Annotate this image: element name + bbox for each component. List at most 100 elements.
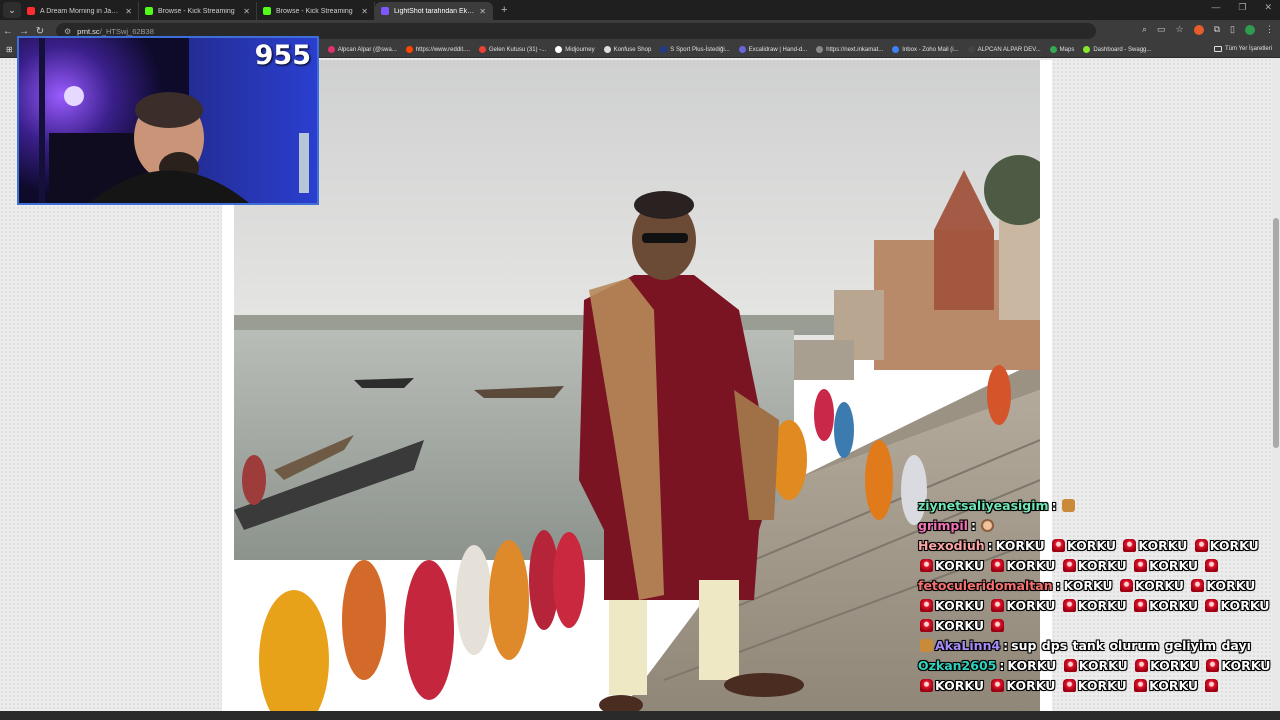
zoom-icon[interactable]: ⌕	[1142, 24, 1147, 35]
tab-title: A Dream Morning in Japan	[40, 7, 121, 15]
webcam-counter: 955	[254, 40, 311, 71]
siren-emote-icon	[1062, 679, 1076, 692]
profile-avatar-icon[interactable]	[1245, 24, 1255, 35]
bookmark-item[interactable]: Gelen Kutusu (31) -...	[478, 46, 547, 53]
chat-text: KORKU	[1134, 578, 1184, 593]
tab-title: Browse - Kick Streaming	[276, 7, 353, 15]
bookmark-favicon-icon	[1083, 46, 1091, 53]
bookmark-item[interactable]: Konfuse Shop	[603, 46, 651, 53]
siren-emote-icon	[1051, 539, 1065, 552]
chat-separator: :	[1055, 578, 1061, 593]
bookmark-favicon-icon	[967, 46, 975, 53]
bookmark-favicon-icon	[738, 46, 746, 53]
chat-text: KORKU	[1150, 658, 1200, 673]
chat-text: KORKU	[1006, 598, 1056, 613]
tab-close-icon[interactable]: ✕	[243, 7, 250, 16]
chat-username[interactable]: Hexodiuh	[918, 538, 985, 553]
reload-icon[interactable]: ↻	[32, 26, 48, 37]
chat-text: sup dps tank olurum geliyim dayı	[1011, 638, 1251, 653]
bookmark-item[interactable]: ALPCAN ALPAR DEV...	[967, 46, 1041, 53]
chat-text: KORKU	[1149, 598, 1199, 613]
site-info-icon[interactable]: ⚙	[64, 27, 71, 36]
scrollbar-thumb[interactable]	[1273, 218, 1279, 448]
chat-text: KORKU	[1077, 558, 1127, 573]
siren-emote-icon	[1205, 599, 1219, 612]
tab-3[interactable]: LightShot tarafından Ekran Gö ✕	[375, 2, 493, 20]
bookmark-item[interactable]: https://next.inkamat...	[816, 46, 883, 53]
chat-message: AkaLinn4: sup dps tank olurum geliyim day…	[918, 636, 1274, 656]
siren-emote-icon	[920, 599, 933, 612]
bottom-bar	[0, 711, 1280, 720]
all-bookmarks[interactable]: Tüm Yer İşaretleri	[1213, 46, 1272, 52]
chat-separator: :	[970, 518, 976, 533]
chat-text: KORKU	[1209, 538, 1259, 553]
tab-search-icon[interactable]: ⌄	[3, 2, 21, 18]
chat-username[interactable]: fetoculeridomaltan	[918, 578, 1053, 593]
siren-emote-icon	[1135, 659, 1149, 672]
tab-1[interactable]: Browse - Kick Streaming ✕	[139, 2, 257, 20]
bookmark-label: S Sport Plus-İstediği...	[670, 46, 730, 53]
chat-text: KORKU	[1149, 558, 1199, 573]
bookmark-item[interactable]: Excalidraw | Hand-d...	[738, 46, 808, 53]
siren-emote-icon	[1191, 579, 1205, 592]
chat-text: KORKU	[1221, 658, 1271, 673]
tab-close-icon[interactable]: ✕	[125, 7, 132, 16]
chat-text: KORKU	[1066, 538, 1116, 553]
bookmark-label: Inbox - Zoho Mail (i...	[902, 46, 959, 53]
bookmark-favicon-icon	[660, 46, 668, 53]
chat-username[interactable]: ziynetsaliyeasigim	[918, 498, 1049, 513]
face-emote-icon	[980, 519, 994, 532]
tab-2[interactable]: Browse - Kick Streaming ✕	[257, 2, 375, 20]
bookmark-label: https://www.reddit....	[415, 46, 470, 53]
bookmark-item[interactable]: https://www.reddit....	[405, 46, 470, 53]
bookmark-item[interactable]: Inbox - Zoho Mail (i...	[892, 46, 959, 53]
siren-emote-icon	[991, 599, 1005, 612]
bookmark-item[interactable]: Midjourney	[555, 46, 595, 53]
bookmark-list: Alpcan Alpar (@swa... https://www.reddit.…	[327, 46, 1161, 53]
folder-icon	[1213, 46, 1222, 52]
siren-emote-icon	[1063, 659, 1077, 672]
menu-dots-icon[interactable]: ⋮	[1265, 24, 1274, 35]
gift-emote-icon	[1061, 499, 1075, 512]
bookmark-label: Excalidraw | Hand-d...	[748, 46, 808, 53]
bookmark-label: Midjourney	[565, 46, 595, 53]
maximize-icon[interactable]: ❐	[1238, 2, 1246, 13]
siren-emote-icon	[920, 619, 933, 632]
siren-emote-icon	[1194, 539, 1208, 552]
bookmark-star-icon[interactable]: ☆	[1176, 24, 1184, 35]
bookmark-label: Gelen Kutusu (31) -...	[488, 46, 547, 53]
chat-username[interactable]: grimpil	[918, 518, 968, 533]
cast-icon[interactable]: ▭	[1157, 24, 1166, 35]
new-tab-button[interactable]: +	[501, 4, 507, 16]
back-icon[interactable]: ←	[0, 26, 16, 37]
chat-message: ziynetsaliyeasigim:	[918, 496, 1274, 516]
chat-username[interactable]: AkaLinn4	[935, 638, 1000, 653]
siren-emote-icon	[1119, 579, 1133, 592]
forward-icon[interactable]: →	[16, 26, 32, 37]
chat-text: KORKU	[1006, 558, 1056, 573]
siren-emote-icon	[991, 619, 1005, 632]
chat-separator: :	[987, 538, 993, 553]
bookmark-item[interactable]: Alpcan Alpar (@swa...	[327, 46, 397, 53]
chat-text: KORKU	[995, 538, 1045, 553]
tab-0[interactable]: A Dream Morning in Japan ✕	[21, 2, 139, 20]
bookmark-item[interactable]: S Sport Plus-İstediği...	[660, 46, 730, 53]
close-window-icon[interactable]: ✕	[1264, 2, 1272, 13]
apps-grid-icon[interactable]: ⊞	[6, 45, 13, 54]
extension-icon[interactable]	[1193, 24, 1204, 35]
chat-text: KORKU	[1078, 658, 1128, 673]
sidebar-icon[interactable]: ▯	[1230, 24, 1235, 35]
bookmark-item[interactable]: Maps	[1049, 46, 1074, 53]
siren-emote-icon	[1205, 559, 1219, 572]
tab-close-icon[interactable]: ✕	[479, 7, 486, 16]
tab-close-icon[interactable]: ✕	[361, 7, 368, 16]
extensions-puzzle-icon[interactable]: ⧉	[1214, 24, 1220, 35]
chat-username[interactable]: Ozkan2605	[918, 658, 996, 673]
chat-text: KORKU	[935, 598, 984, 613]
bookmark-item[interactable]: Dashboard - Swagg...	[1083, 46, 1151, 53]
webcam-overlay: 955	[17, 36, 319, 205]
tab-favicon-icon	[27, 7, 35, 15]
chat-message: Hexodiuh: KORKU KORKU KORKU KORKU KORKU K…	[918, 536, 1274, 576]
siren-emote-icon	[1062, 599, 1076, 612]
minimize-icon[interactable]: —	[1211, 2, 1220, 13]
